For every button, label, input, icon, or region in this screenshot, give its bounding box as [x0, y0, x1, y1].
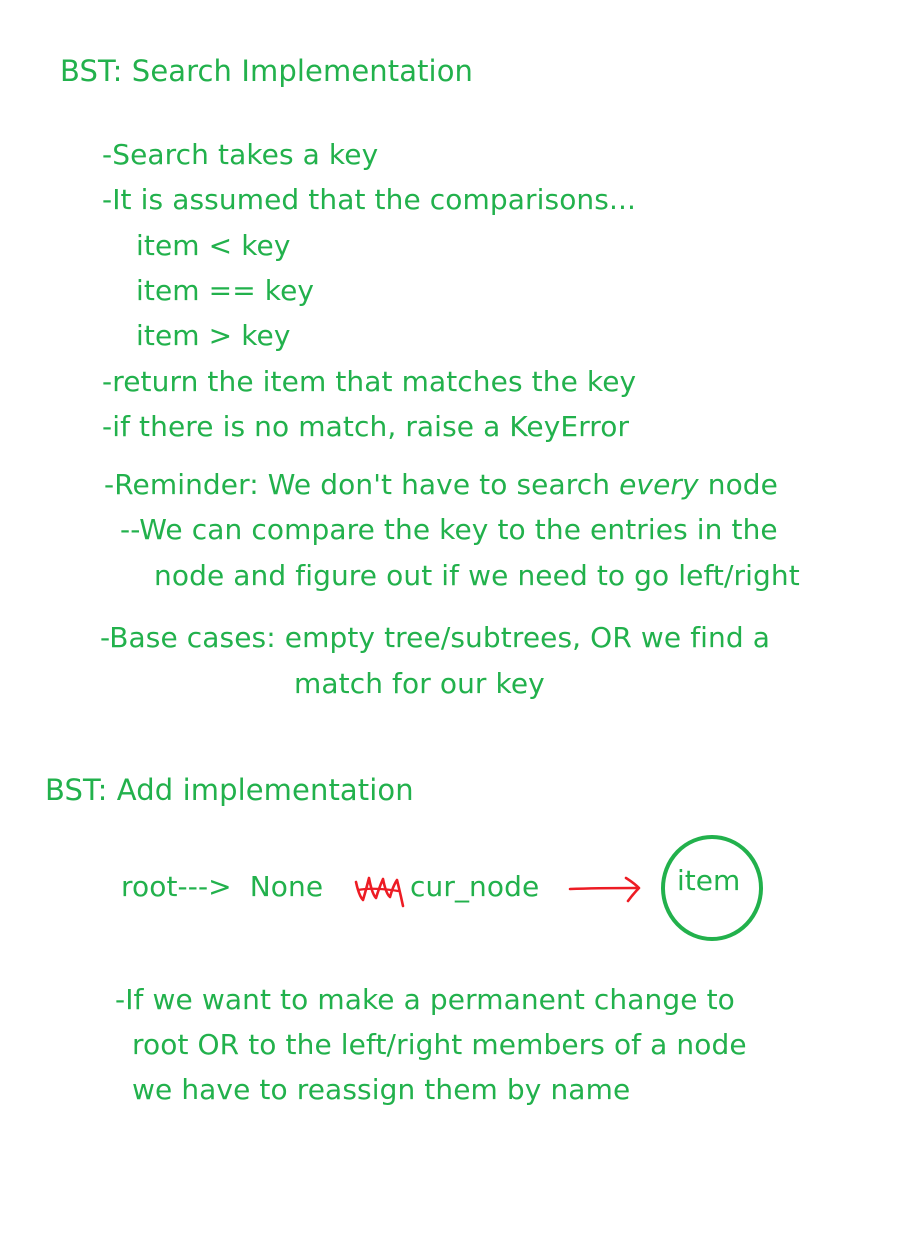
reminder-line: -Reminder: We don't have to search every… [104, 468, 778, 502]
base-cases-line-2: match for our key [294, 667, 545, 700]
comparison-less-line: item < key [136, 229, 291, 262]
arrow-right-icon [568, 876, 641, 903]
add-heading: BST: Add implementation [45, 773, 414, 807]
permanent-change-line-2: root OR to the left/right members of a n… [132, 1028, 747, 1061]
search-takes-key-line: -Search takes a key [102, 138, 379, 171]
compare-line-1: --We can compare the key to the entries … [120, 513, 778, 546]
return-match-line: -return the item that matches the key [102, 365, 637, 398]
scribble-icon [354, 876, 405, 908]
base-cases-line-1: -Base cases: empty tree/subtrees, OR we … [100, 621, 771, 654]
permanent-change-line-1: -If we want to make a permanent change t… [115, 983, 735, 1016]
cur-node-label: cur_node [410, 870, 540, 903]
reminder-suffix: node [698, 468, 778, 501]
comparison-greater-line: item > key [136, 319, 291, 352]
reminder-prefix: -Reminder: We don't have to search [104, 468, 620, 501]
root-none-label: root---> None [121, 870, 324, 903]
no-match-line: -if there is no match, raise a KeyError [102, 410, 630, 443]
reminder-emphasis: every [619, 468, 699, 501]
permanent-change-line-3: we have to reassign them by name [132, 1073, 631, 1106]
search-heading: BST: Search Implementation [60, 54, 474, 88]
assumed-comparisons-line: -It is assumed that the comparisons... [102, 183, 636, 216]
item-node-label: item [677, 864, 741, 897]
compare-line-2: node and figure out if we need to go lef… [154, 559, 800, 592]
comparison-equal-line: item == key [136, 274, 315, 307]
